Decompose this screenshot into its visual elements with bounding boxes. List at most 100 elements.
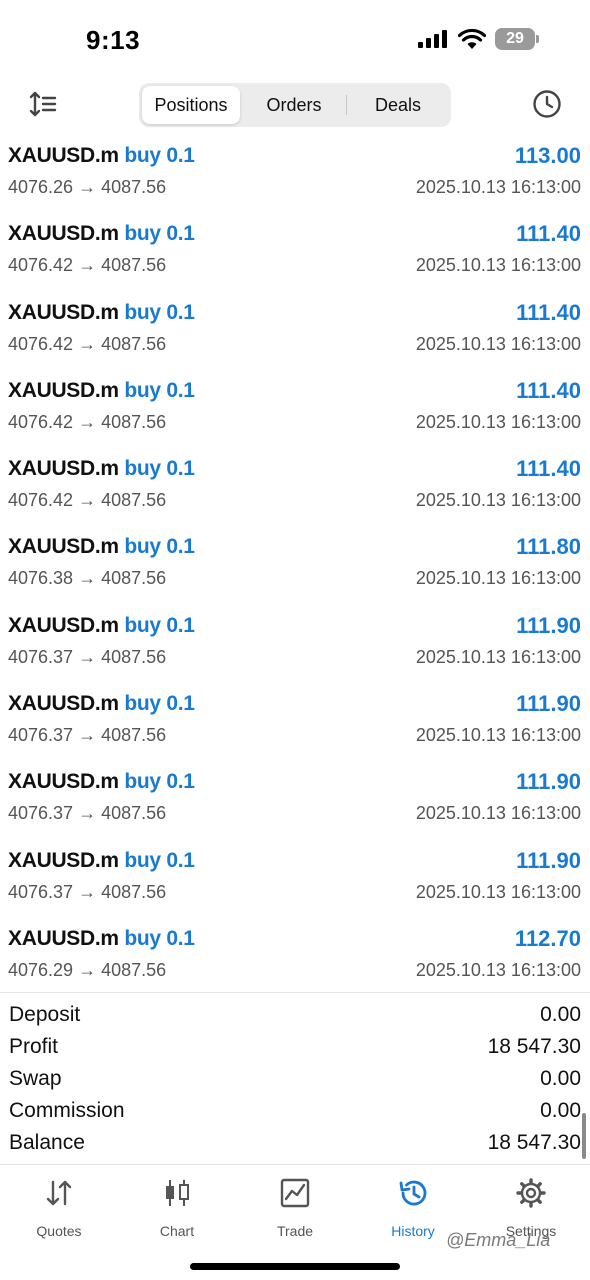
position-profit: 111.40 xyxy=(516,221,581,247)
tab-positions[interactable]: Positions xyxy=(142,86,240,124)
position-symbol: XAUUSD.m buy 0.1 xyxy=(8,849,195,873)
position-profit: 111.90 xyxy=(516,847,581,873)
open-price: 4076.42 xyxy=(8,411,74,432)
position-row[interactable]: XAUUSD.m buy 0.1 111.90 4076.37 → 4087.56 2… xyxy=(0,607,590,685)
position-profit: 112.70 xyxy=(514,925,581,951)
summary-row-profit: Profit 18 547.30 xyxy=(0,1025,590,1058)
position-row[interactable]: XAUUSD.m buy 0.1 111.40 4076.42 → 4087.56 2… xyxy=(0,294,590,372)
position-prices: 4076.42 → 4087.56 xyxy=(8,255,166,276)
open-price: 4076.38 xyxy=(8,568,74,589)
status-time: 9:13 xyxy=(86,25,141,55)
position-profit: 111.40 xyxy=(516,456,581,482)
signal-icon xyxy=(418,30,447,48)
position-symbol: XAUUSD.m buy 0.1 xyxy=(8,927,195,951)
home-indicator[interactable] xyxy=(190,1263,400,1270)
position-time: 2025.10.13 16:13:00 xyxy=(415,411,581,432)
tab-chart[interactable]: Chart xyxy=(118,1177,236,1247)
arrow-right-icon: → xyxy=(78,881,97,902)
tab-quotes[interactable]: Quotes xyxy=(0,1177,118,1247)
trade-type: buy 0.1 xyxy=(124,535,195,559)
close-price: 4087.56 xyxy=(101,803,167,824)
position-symbol: XAUUSD.m buy 0.1 xyxy=(8,457,195,481)
summary-label: Commission xyxy=(9,1099,125,1122)
open-price: 4076.26 xyxy=(8,177,74,197)
arrow-right-icon: → xyxy=(78,411,97,432)
open-price: 4076.37 xyxy=(8,646,74,667)
tab-deals[interactable]: Deals xyxy=(348,86,448,124)
position-time: 2025.10.13 16:13:00 xyxy=(415,490,581,511)
summary-value: 0.00 xyxy=(540,1067,581,1090)
position-row[interactable]: XAUUSD.m buy 0.1 111.90 4076.37 → 4087.56 2… xyxy=(0,842,590,920)
position-row[interactable]: XAUUSD.m buy 0.1 113.00 4076.26 → 4087.56 2… xyxy=(0,137,590,215)
close-price: 4087.56 xyxy=(101,725,167,746)
position-prices: 4076.38 → 4087.56 xyxy=(8,568,166,589)
symbol-name: XAUUSD.m xyxy=(8,457,119,481)
summary-value: 18 547.30 xyxy=(487,1131,581,1154)
position-symbol: XAUUSD.m buy 0.1 xyxy=(8,692,195,716)
battery-icon: 29 xyxy=(495,28,539,50)
close-price: 4087.56 xyxy=(101,411,167,432)
position-symbol: XAUUSD.m buy 0.1 xyxy=(8,144,195,168)
symbol-name: XAUUSD.m xyxy=(8,144,119,167)
trade-type: buy 0.1 xyxy=(124,222,195,246)
position-row[interactable]: XAUUSD.m buy 0.1 112.70 4076.29 → 4087.56 2… xyxy=(0,920,590,998)
position-profit: 111.80 xyxy=(516,534,581,560)
symbol-name: XAUUSD.m xyxy=(8,770,119,794)
wifi-icon xyxy=(458,28,486,49)
history-icon xyxy=(399,1180,427,1206)
position-time: 2025.10.13 16:13:00 xyxy=(415,803,581,824)
clock-icon[interactable] xyxy=(532,89,562,119)
symbol-name: XAUUSD.m xyxy=(8,378,119,402)
position-row[interactable]: XAUUSD.m buy 0.1 111.40 4076.42 → 4087.56 2… xyxy=(0,450,590,528)
close-price: 4087.56 xyxy=(101,646,167,667)
tab-trade[interactable]: Trade xyxy=(236,1177,354,1247)
summary-row-deposit: Deposit 0.00 xyxy=(0,993,590,1026)
summary-label: Swap xyxy=(9,1067,62,1090)
open-price: 4076.37 xyxy=(8,881,74,902)
position-prices: 4076.37 → 4087.56 xyxy=(8,647,166,668)
segment-divider xyxy=(346,95,347,115)
trade-icon xyxy=(280,1178,310,1208)
arrow-right-icon: → xyxy=(78,725,97,746)
position-profit: 111.40 xyxy=(516,299,581,325)
symbol-name: XAUUSD.m xyxy=(8,926,119,950)
sort-icon[interactable] xyxy=(28,90,58,118)
summary-value: 0.00 xyxy=(540,1099,581,1122)
position-time: 2025.10.13 16:13:00 xyxy=(415,725,581,746)
close-price: 4087.56 xyxy=(101,333,167,354)
arrow-right-icon: → xyxy=(78,333,97,354)
position-prices: 4076.26 → 4087.56 xyxy=(8,177,166,198)
position-row[interactable]: XAUUSD.m buy 0.1 111.80 4076.38 → 4087.56 2… xyxy=(0,528,590,606)
summary-value: 18 547.30 xyxy=(487,1035,581,1058)
position-time: 2025.10.13 16:13:00 xyxy=(415,959,581,980)
position-symbol: XAUUSD.m buy 0.1 xyxy=(8,770,195,794)
position-prices: 4076.42 → 4087.56 xyxy=(8,490,166,511)
trade-type: buy 0.1 xyxy=(124,378,195,402)
tab-chart-label: Chart xyxy=(159,1223,195,1239)
battery-level: 29 xyxy=(506,30,524,47)
status-bar: 9:13 29 xyxy=(0,0,590,76)
trade-type: buy 0.1 xyxy=(124,926,195,950)
close-price: 4087.56 xyxy=(101,177,167,197)
position-symbol: XAUUSD.m buy 0.1 xyxy=(8,614,195,638)
position-profit: 111.90 xyxy=(516,612,581,638)
position-row[interactable]: XAUUSD.m buy 0.1 111.90 4076.37 → 4087.56 2… xyxy=(0,685,590,763)
arrow-right-icon: → xyxy=(78,646,97,667)
position-row[interactable]: XAUUSD.m buy 0.1 111.40 4076.42 → 4087.56 2… xyxy=(0,215,590,293)
arrow-right-icon: → xyxy=(78,959,97,980)
position-prices: 4076.37 → 4087.56 xyxy=(8,803,166,824)
close-price: 4087.56 xyxy=(101,959,167,980)
trade-type: buy 0.1 xyxy=(124,613,195,637)
tab-orders[interactable]: Orders xyxy=(242,86,346,124)
segmented-control: Positions Orders Deals xyxy=(139,83,451,127)
summary-row-balance: Balance 18 547.30 xyxy=(0,1121,590,1154)
chart-icon xyxy=(166,1180,189,1206)
open-price: 4076.37 xyxy=(8,725,74,746)
position-row[interactable]: XAUUSD.m buy 0.1 111.40 4076.42 → 4087.56 2… xyxy=(0,372,590,450)
scroll-indicator[interactable] xyxy=(582,1113,586,1159)
symbol-name: XAUUSD.m xyxy=(8,300,119,324)
summary-row-commission: Commission 0.00 xyxy=(0,1089,590,1122)
close-price: 4087.56 xyxy=(101,255,167,276)
close-price: 4087.56 xyxy=(101,568,167,589)
position-row[interactable]: XAUUSD.m buy 0.1 111.90 4076.37 → 4087.56 2… xyxy=(0,763,590,841)
